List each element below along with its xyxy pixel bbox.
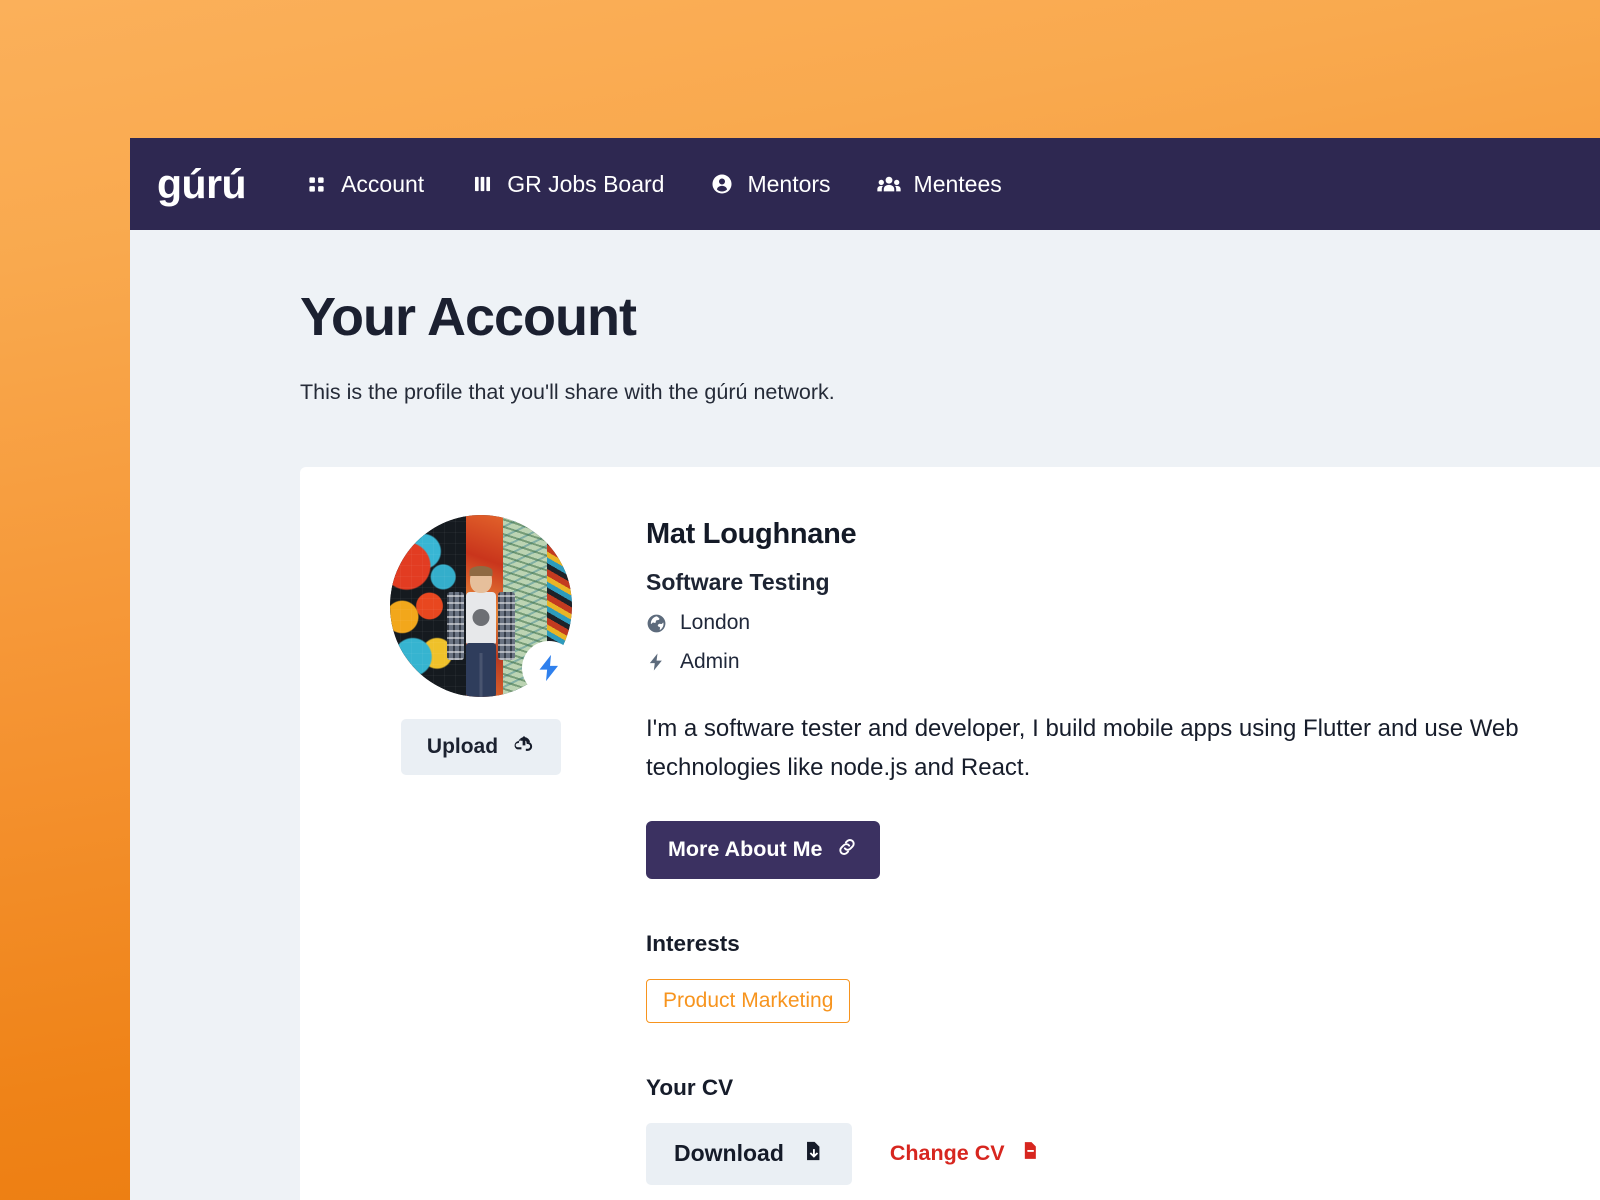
file-download-icon — [802, 1139, 824, 1169]
interests-heading: Interests — [646, 931, 1600, 957]
nav-item-gr-jobs-board[interactable]: GR Jobs Board — [470, 171, 664, 198]
interests-list: Product Marketing — [646, 979, 1600, 1023]
cv-actions: Download Change CV — [646, 1123, 1600, 1185]
download-cv-label: Download — [674, 1140, 784, 1167]
interest-tag[interactable]: Product Marketing — [646, 979, 850, 1023]
users-icon — [877, 172, 901, 196]
globe-icon — [646, 613, 667, 634]
page-subtitle: This is the profile that you'll share wi… — [300, 380, 1600, 405]
cv-heading: Your CV — [646, 1075, 1600, 1101]
change-cv-link[interactable]: Change CV — [890, 1139, 1040, 1168]
profile-account-type: Admin — [646, 650, 1600, 674]
nav-item-mentees-label: Mentees — [914, 171, 1002, 198]
nav-item-mentors[interactable]: Mentors — [710, 171, 830, 198]
file-minus-icon — [1020, 1139, 1040, 1168]
profile-account-type-label: Admin — [680, 650, 740, 674]
nav-item-mentors-label: Mentors — [747, 171, 830, 198]
nav-item-account[interactable]: Account — [304, 171, 424, 198]
main-navigation: gúrú Account GR Jobs Board — [130, 138, 1600, 230]
link-icon — [836, 836, 858, 864]
upload-button-label: Upload — [427, 735, 498, 759]
more-about-me-button[interactable]: More About Me — [646, 821, 880, 879]
profile-card: Upload Mat Loughnane Software Testing — [300, 467, 1600, 1200]
profile-bio: I'm a software tester and developer, I b… — [646, 710, 1576, 788]
profile-location-label: London — [680, 611, 750, 635]
nav-item-account-label: Account — [341, 171, 424, 198]
profile-role: Software Testing — [646, 569, 1600, 596]
page-content: Your Account This is the profile that yo… — [130, 286, 1600, 1200]
lightning-bolt-badge-icon — [522, 641, 576, 695]
nav-item-mentees[interactable]: Mentees — [877, 171, 1002, 198]
avatar-column: Upload — [361, 515, 601, 775]
download-cv-button[interactable]: Download — [646, 1123, 852, 1185]
profile-details: Mat Loughnane Software Testing London — [601, 515, 1600, 1185]
cloud-upload-icon — [513, 733, 535, 761]
brand-logo[interactable]: gúrú — [157, 164, 246, 205]
upload-button[interactable]: Upload — [401, 719, 561, 775]
profile-location: London — [646, 611, 1600, 635]
profile-name: Mat Loughnane — [646, 518, 1600, 551]
columns-icon — [470, 172, 494, 196]
page-title: Your Account — [300, 286, 1600, 348]
change-cv-label: Change CV — [890, 1141, 1005, 1166]
grid-icon — [304, 172, 328, 196]
lightning-icon — [646, 652, 667, 673]
user-circle-icon — [710, 172, 734, 196]
app-window: gúrú Account GR Jobs Board — [130, 138, 1600, 1200]
more-about-me-label: More About Me — [668, 837, 822, 862]
nav-item-gr-jobs-board-label: GR Jobs Board — [507, 171, 664, 198]
